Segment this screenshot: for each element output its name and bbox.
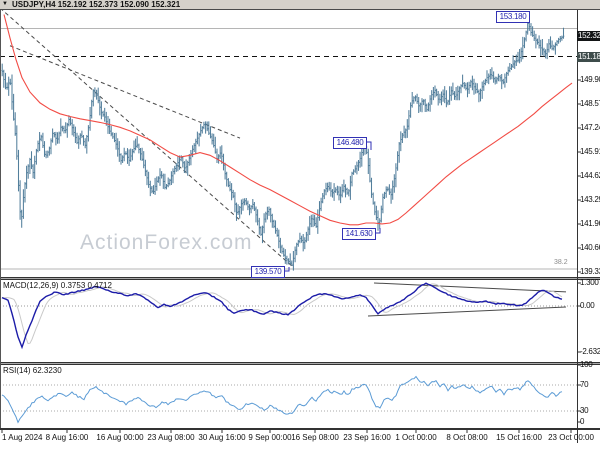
time-axis-border (0, 428, 600, 430)
time-axis-label: 15 Oct 16:00 (496, 433, 542, 442)
chart-title-bar: ▼ USDJPY,H4 152.192 152.373 152.090 152.… (0, 0, 600, 10)
fib-label: 38.2 (554, 259, 568, 266)
rsi-axis-label: 0 (580, 417, 585, 426)
chart-window: ▼ USDJPY,H4 152.192 152.373 152.090 152.… (0, 0, 600, 450)
macd-trendline[interactable] (373, 282, 567, 293)
rsi-axis-label: 70 (580, 380, 589, 389)
macd-trendline[interactable] (367, 306, 567, 317)
time-axis-label: 23 Oct 00:00 (548, 433, 594, 442)
pane-separator[interactable] (0, 362, 600, 363)
price-axis-label: 144.620 (580, 171, 600, 180)
callout-label[interactable]: 153.180 (496, 11, 530, 23)
price-axis-label: 149.905 (580, 75, 600, 84)
price-axis-label: 148.575 (580, 99, 600, 108)
time-axis-label: 8 Aug 16:00 (45, 433, 89, 442)
macd-axis-label: 0.00 (580, 301, 595, 310)
pane-separator[interactable] (0, 278, 600, 279)
pane-separator[interactable] (0, 279, 600, 280)
time-axis-label: 23 Sep 16:00 (343, 433, 391, 442)
macd-axis-label: -2.6322 (580, 347, 600, 356)
time-axis-label: 1 Oct 00:00 (395, 433, 437, 442)
callout-label[interactable]: 141.630 (342, 228, 376, 240)
price-axis-label: 147.245 (580, 123, 600, 132)
time-axis-label: 30 Aug 16:00 (198, 433, 246, 442)
macd-main-line (1, 282, 563, 350)
price-axis-label: 143.290 (580, 195, 600, 204)
moving-average-line (3, 14, 573, 226)
time-axis-label: 23 Aug 08:00 (147, 433, 195, 442)
time-axis-label: 16 Aug 00:00 (96, 433, 144, 442)
pane-separator[interactable] (0, 364, 600, 365)
price-axis-label: 139.335 (580, 267, 600, 276)
price-axis-label: 141.960 (580, 219, 600, 228)
rsi-axis-label: 100 (580, 360, 593, 369)
callout-label[interactable]: 139.570 (251, 266, 285, 278)
price-badge: 151.180 (577, 52, 600, 62)
candlestick-series (1, 20, 565, 271)
pane-separator[interactable] (0, 277, 600, 278)
pane-separator[interactable] (0, 363, 600, 364)
macd-axis-label: 1.3007 (580, 278, 600, 287)
rsi-line (1, 375, 563, 424)
rsi-axis-label: 30 (580, 406, 589, 415)
macd-indicator-label: MACD(12,26,9) 0.3753 0.4712 (3, 281, 112, 290)
price-axis-label: 145.915 (580, 147, 600, 156)
callout-label[interactable]: 146.480 (333, 137, 367, 149)
symbol-dropdown-icon[interactable]: ▼ (2, 0, 8, 9)
chart-canvas[interactable] (0, 0, 600, 450)
price-axis-label: 140.665 (580, 243, 600, 252)
rsi-indicator-label: RSI(14) 62.3230 (3, 366, 62, 375)
time-axis-label: 16 Sep 08:00 (291, 433, 339, 442)
dashed-trendline[interactable] (0, 7, 293, 267)
time-axis-label: 8 Oct 08:00 (446, 433, 488, 442)
symbol-ohlc-title: USDJPY,H4 152.192 152.373 152.090 152.32… (12, 0, 181, 9)
time-axis-label: 1 Aug 2024 (2, 433, 43, 442)
price-badge: 152.321 (577, 31, 600, 41)
